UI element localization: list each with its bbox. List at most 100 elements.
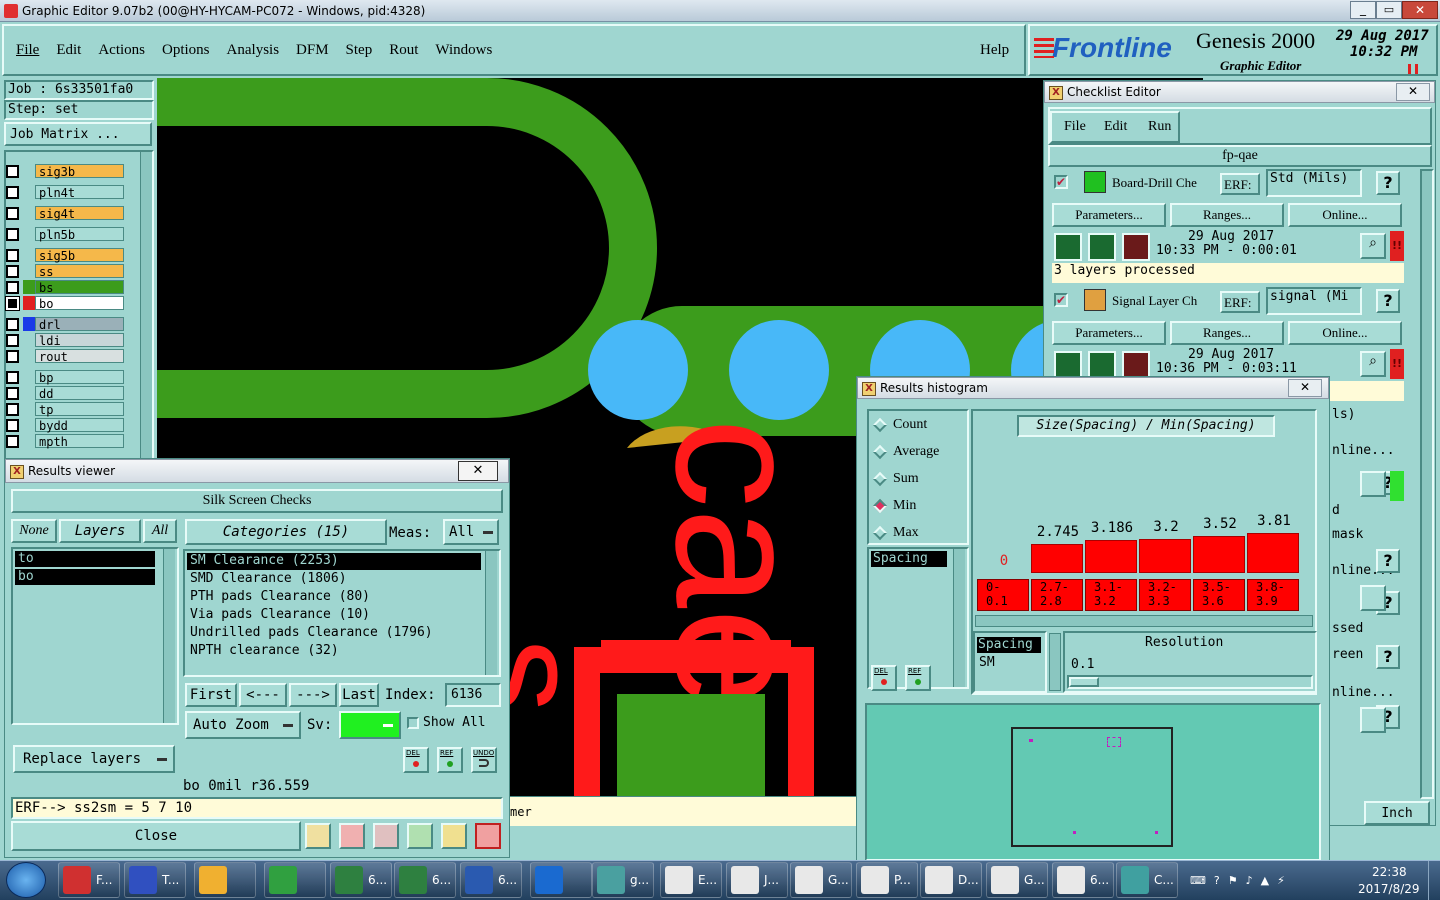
taskbar-app-button[interactable]: 6... — [394, 862, 456, 898]
layers-button[interactable]: Layers — [59, 519, 141, 543]
run-check-icon[interactable] — [1054, 233, 1082, 261]
next-button[interactable]: ---> — [289, 683, 337, 707]
start-button[interactable] — [6, 862, 46, 898]
histogram-close-icon[interactable]: ✕ — [1288, 379, 1322, 397]
close-button[interactable]: Close — [11, 821, 301, 851]
category-item[interactable]: Undrilled pads Clearance (1796) — [187, 625, 481, 642]
category-item[interactable]: SM Clearance (2253) — [187, 553, 481, 570]
layer-visibility-checkbox[interactable] — [6, 227, 19, 241]
layer-visibility-checkbox[interactable] — [6, 317, 19, 331]
check-enable-checkbox[interactable]: ✔ — [1054, 175, 1068, 189]
close-window-button[interactable]: ✕ — [1402, 1, 1438, 19]
run-check-icon[interactable] — [1054, 351, 1082, 379]
checklist-close-icon[interactable]: ✕ — [1396, 83, 1430, 101]
layer-row[interactable]: bydd — [6, 417, 124, 433]
mode-radio-min[interactable]: Min — [872, 498, 916, 514]
crossed-ref-icon[interactable] — [373, 823, 399, 849]
maximize-button[interactable]: ▭ — [1376, 1, 1402, 19]
show-desktop-button[interactable] — [1428, 861, 1440, 900]
histogram-bin-label[interactable]: 2.7- 2.8 — [1031, 579, 1083, 611]
check-help-icon[interactable]: ? — [1376, 645, 1400, 669]
layer-row[interactable]: sig5b — [6, 247, 124, 263]
mode-radio-sum[interactable]: Sum — [872, 471, 919, 487]
ranges-button[interactable]: Ranges... — [1170, 203, 1284, 227]
layer-row[interactable]: sig3b — [6, 163, 124, 179]
chart-icon[interactable] — [305, 823, 331, 849]
taskbar-app-button[interactable]: G... — [986, 862, 1048, 898]
prev-button[interactable]: <--- — [239, 683, 287, 707]
category-scrollbar[interactable] — [485, 551, 497, 675]
layer-visibility-checkbox[interactable] — [6, 349, 19, 363]
taskbar-app-button[interactable]: E... — [660, 862, 722, 898]
result-layer-scrollbar[interactable] — [163, 549, 175, 723]
legend-scrollbar[interactable] — [1049, 633, 1061, 691]
categories-button[interactable]: Categories (15) — [185, 519, 387, 545]
taskbar-app-button[interactable]: J... — [726, 862, 788, 898]
run-all-icon[interactable] — [1088, 233, 1116, 261]
flag-tray-icon[interactable]: ▲ — [1261, 874, 1269, 887]
category-item[interactable]: PTH pads Clearance (80) — [187, 589, 481, 606]
taskbar-app-button[interactable]: D... — [920, 862, 982, 898]
taskbar-app-button[interactable]: T... — [124, 862, 186, 898]
zoom-results-icon[interactable]: ⌕ — [1360, 351, 1386, 377]
histogram-bin-label[interactable]: 0- 0.1 — [977, 579, 1029, 611]
histogram-delete-icon[interactable]: DEL — [871, 665, 897, 691]
online-button[interactable]: Online... — [1288, 203, 1402, 227]
mode-radio-count[interactable]: Count — [872, 417, 927, 433]
layer-row[interactable]: bs — [6, 279, 124, 295]
layer-visibility-checkbox[interactable] — [6, 164, 19, 178]
check-help-icon[interactable]: ? — [1376, 289, 1400, 313]
layer-row[interactable]: bp — [6, 369, 124, 385]
menu-file[interactable]: File — [16, 42, 39, 59]
last-button[interactable]: Last — [339, 683, 379, 707]
mode-radio-average[interactable]: Average — [872, 444, 939, 460]
menu-actions[interactable]: Actions — [98, 42, 145, 59]
layer-visibility-checkbox[interactable] — [6, 434, 19, 448]
layer-row[interactable]: pln4t — [6, 184, 124, 200]
layer-row[interactable]: ss — [6, 263, 124, 279]
zoom-results-icon[interactable] — [1360, 585, 1386, 611]
menu-options[interactable]: Options — [162, 42, 210, 59]
undo-icon[interactable]: UNDO — [471, 747, 497, 773]
help-tray-icon[interactable]: ? — [1214, 874, 1220, 887]
taskbar-app-button[interactable]: 6... — [1052, 862, 1114, 898]
layer-row[interactable]: tp — [6, 401, 124, 417]
taskbar-time[interactable]: 22:38 — [1372, 865, 1407, 879]
taskbar-date[interactable]: 2017/8/29 — [1358, 882, 1420, 896]
compare-icon[interactable] — [407, 823, 433, 849]
zoom-results-icon[interactable]: ⌕ — [1360, 233, 1386, 259]
taskbar-app-button[interactable] — [194, 862, 256, 898]
menu-step[interactable]: Step — [346, 42, 373, 59]
histogram-bin-label[interactable]: 3.8- 3.9 — [1247, 579, 1299, 611]
menu-rout[interactable]: Rout — [389, 42, 418, 59]
online-button[interactable]: Online... — [1288, 321, 1402, 345]
taskbar-app-button[interactable]: F... — [58, 862, 120, 898]
taskbar-app-button[interactable] — [530, 862, 592, 898]
layer-row[interactable]: rout — [6, 348, 124, 364]
taskbar-app-button[interactable]: 6... — [330, 862, 392, 898]
layer-row[interactable]: pln5b — [6, 226, 124, 242]
layer-visibility-checkbox[interactable] — [6, 280, 19, 294]
parameters-button[interactable]: Parameters... — [1052, 203, 1166, 227]
histogram-bin-label[interactable]: 3.2- 3.3 — [1139, 579, 1191, 611]
layer-visibility-checkbox[interactable] — [6, 370, 19, 384]
histogram-bin-label[interactable]: 3.1- 3.2 — [1085, 579, 1137, 611]
category-item[interactable]: Via pads Clearance (10) — [187, 607, 481, 624]
layer-row[interactable]: mpth — [6, 433, 124, 449]
job-matrix-button[interactable]: Job Matrix ... — [4, 122, 152, 146]
check-help-icon[interactable]: ? — [1376, 171, 1400, 195]
mode-radio-max[interactable]: Max — [872, 525, 919, 541]
all-layers-button[interactable]: All — [143, 519, 177, 543]
delete-icon[interactable]: DEL — [403, 747, 429, 773]
category-item[interactable]: SMD Clearance (1806) — [187, 571, 481, 588]
meas-select[interactable]: All — [443, 519, 499, 545]
power-tray-icon[interactable]: ⚡ — [1277, 874, 1285, 887]
layer-row[interactable]: ldi — [6, 332, 124, 348]
layer-row[interactable]: sig4t — [6, 205, 124, 221]
taskbar-app-button[interactable]: 6... — [460, 862, 522, 898]
replace-layers-select[interactable]: Replace layers — [13, 745, 175, 773]
layer-visibility-checkbox[interactable] — [6, 333, 19, 347]
show-all-checkbox[interactable] — [407, 717, 419, 729]
layer-visibility-checkbox[interactable] — [6, 248, 19, 262]
keyboard-icon[interactable]: ⌨ — [1190, 874, 1206, 887]
